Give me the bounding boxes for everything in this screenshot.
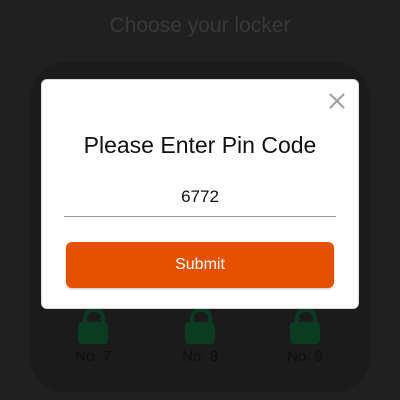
screen-title: Choose your locker — [109, 14, 291, 37]
lock-icon — [185, 308, 215, 346]
locker-label: No. 7 — [75, 348, 111, 365]
lock-icon — [290, 308, 320, 346]
locker-label: No. 9 — [287, 348, 323, 365]
locker-item-9[interactable]: No. 9 — [270, 308, 340, 365]
dialog-title: Please Enter Pin Code — [83, 132, 317, 158]
locker-item-7[interactable]: No. 7 — [58, 308, 128, 365]
locker-label: No. 8 — [182, 348, 218, 365]
pin-code-dialog: Please Enter Pin Code Submit — [41, 79, 359, 309]
pin-code-input[interactable] — [64, 177, 336, 217]
close-icon[interactable] — [326, 90, 348, 112]
locker-item-8[interactable]: No. 8 — [165, 308, 235, 365]
lock-icon — [78, 308, 108, 346]
submit-button[interactable]: Submit — [66, 242, 334, 288]
